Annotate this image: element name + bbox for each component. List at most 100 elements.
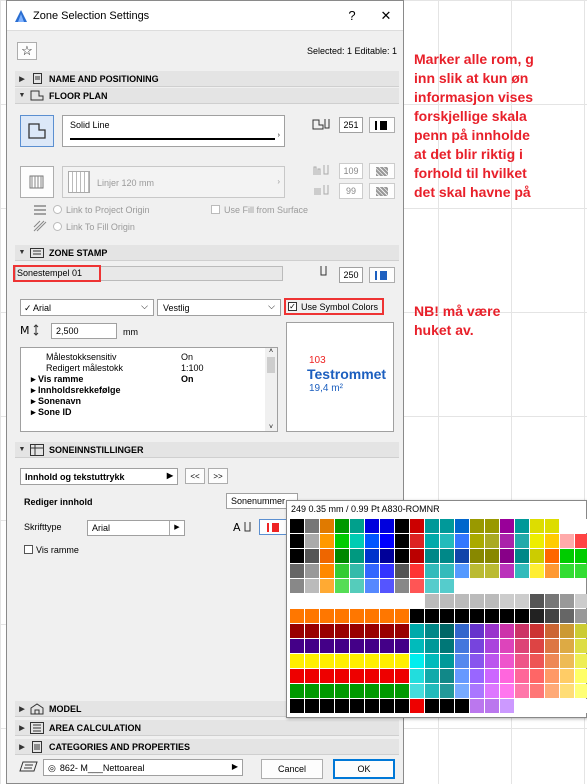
color-swatch[interactable]	[575, 609, 587, 623]
parameter-scrollbar[interactable]: ˄ ˅	[265, 348, 277, 431]
section-area-calculation[interactable]: ▶ AREA CALCULATION	[15, 720, 399, 736]
color-swatch[interactable]	[440, 609, 454, 623]
color-swatch[interactable]	[320, 549, 334, 563]
color-swatch[interactable]	[350, 519, 364, 533]
color-swatch[interactable]	[380, 594, 394, 608]
color-swatch[interactable]	[320, 654, 334, 668]
color-swatch[interactable]	[545, 594, 559, 608]
parameter-row[interactable]: ▸ Innholdsrekkefølge	[31, 385, 277, 396]
color-swatch[interactable]	[575, 534, 587, 548]
color-swatch[interactable]	[455, 699, 469, 713]
color-swatch[interactable]	[515, 594, 529, 608]
color-swatch[interactable]	[530, 684, 544, 698]
color-swatch[interactable]	[380, 624, 394, 638]
color-swatch[interactable]	[350, 624, 364, 638]
color-swatch[interactable]	[335, 594, 349, 608]
color-swatch[interactable]	[410, 639, 424, 653]
color-swatch[interactable]	[560, 519, 574, 533]
color-swatch[interactable]	[455, 594, 469, 608]
color-swatch[interactable]	[530, 594, 544, 608]
color-swatch[interactable]	[395, 639, 409, 653]
color-swatch[interactable]	[290, 624, 304, 638]
color-swatch[interactable]	[290, 519, 304, 533]
parameter-list[interactable]: Målestokksensitiv On Redigert målestokk 1:…	[20, 347, 278, 432]
color-swatch[interactable]	[545, 684, 559, 698]
color-swatch[interactable]	[290, 579, 304, 593]
color-swatch[interactable]	[305, 684, 319, 698]
color-swatch[interactable]	[365, 609, 379, 623]
color-swatch[interactable]	[560, 564, 574, 578]
color-swatch[interactable]	[545, 609, 559, 623]
color-swatch[interactable]	[365, 684, 379, 698]
color-swatch[interactable]	[305, 654, 319, 668]
color-swatch[interactable]	[455, 639, 469, 653]
color-swatch[interactable]	[485, 624, 499, 638]
color-swatch[interactable]	[560, 699, 574, 713]
color-swatch[interactable]	[410, 594, 424, 608]
color-swatch[interactable]	[305, 669, 319, 683]
color-swatch[interactable]	[470, 684, 484, 698]
color-swatch[interactable]	[395, 684, 409, 698]
section-name-positioning[interactable]: ▶ NAME AND POSITIONING	[15, 71, 399, 87]
color-swatch[interactable]	[395, 534, 409, 548]
color-swatch[interactable]	[320, 534, 334, 548]
color-swatch[interactable]	[365, 549, 379, 563]
color-swatch[interactable]	[500, 669, 514, 683]
favorites-star-icon[interactable]: ☆	[17, 42, 37, 60]
color-swatch[interactable]	[515, 699, 529, 713]
text-pen-color[interactable]	[259, 519, 289, 535]
color-swatch[interactable]	[485, 549, 499, 563]
color-swatch[interactable]	[500, 609, 514, 623]
color-swatch[interactable]	[515, 639, 529, 653]
color-swatch[interactable]	[530, 624, 544, 638]
script-dropdown[interactable]: Vestlig ⌵	[157, 299, 281, 316]
color-swatch[interactable]	[545, 639, 559, 653]
color-swatch[interactable]	[545, 534, 559, 548]
color-swatch[interactable]	[575, 564, 587, 578]
link-project-radio[interactable]	[53, 205, 62, 214]
color-swatch[interactable]	[530, 534, 544, 548]
color-swatch[interactable]	[320, 684, 334, 698]
color-swatch[interactable]	[530, 609, 544, 623]
color-swatch[interactable]	[305, 639, 319, 653]
color-swatch[interactable]	[440, 669, 454, 683]
color-swatch[interactable]	[575, 684, 587, 698]
color-swatch[interactable]	[350, 699, 364, 713]
show-frame-checkbox[interactable]	[24, 545, 33, 554]
color-swatch[interactable]	[395, 549, 409, 563]
color-swatch[interactable]	[320, 624, 334, 638]
color-swatch[interactable]	[500, 549, 514, 563]
color-swatch[interactable]	[500, 519, 514, 533]
color-swatch[interactable]	[350, 639, 364, 653]
color-swatch[interactable]	[560, 579, 574, 593]
color-swatch[interactable]	[500, 654, 514, 668]
content-dropdown[interactable]: Innhold og tekstuttrykk ▶	[20, 468, 178, 485]
color-swatch[interactable]	[305, 564, 319, 578]
use-fill-checkbox[interactable]	[211, 205, 220, 214]
color-swatch[interactable]	[515, 624, 529, 638]
color-swatch[interactable]	[545, 699, 559, 713]
color-swatch[interactable]	[410, 534, 424, 548]
font-type-field[interactable]: Arial ▶	[87, 520, 185, 536]
color-swatch[interactable]	[395, 594, 409, 608]
color-swatch[interactable]	[350, 684, 364, 698]
color-swatch[interactable]	[485, 564, 499, 578]
parameter-row[interactable]: ▸ Vis ramme On	[31, 374, 277, 385]
color-swatch[interactable]	[485, 519, 499, 533]
color-swatch[interactable]	[380, 579, 394, 593]
color-swatch[interactable]	[530, 564, 544, 578]
color-swatch[interactable]	[350, 579, 364, 593]
color-swatch[interactable]	[455, 534, 469, 548]
color-swatch[interactable]	[500, 594, 514, 608]
color-swatch[interactable]	[470, 639, 484, 653]
color-swatch[interactable]	[350, 609, 364, 623]
color-swatch[interactable]	[395, 519, 409, 533]
fill-pen-input[interactable]: 109	[339, 163, 363, 179]
color-swatch[interactable]	[455, 519, 469, 533]
color-swatch[interactable]	[335, 669, 349, 683]
color-swatch[interactable]	[545, 549, 559, 563]
color-swatch[interactable]	[440, 564, 454, 578]
color-swatch[interactable]	[425, 579, 439, 593]
close-button[interactable]: ✕	[369, 8, 403, 24]
color-swatch[interactable]	[440, 699, 454, 713]
